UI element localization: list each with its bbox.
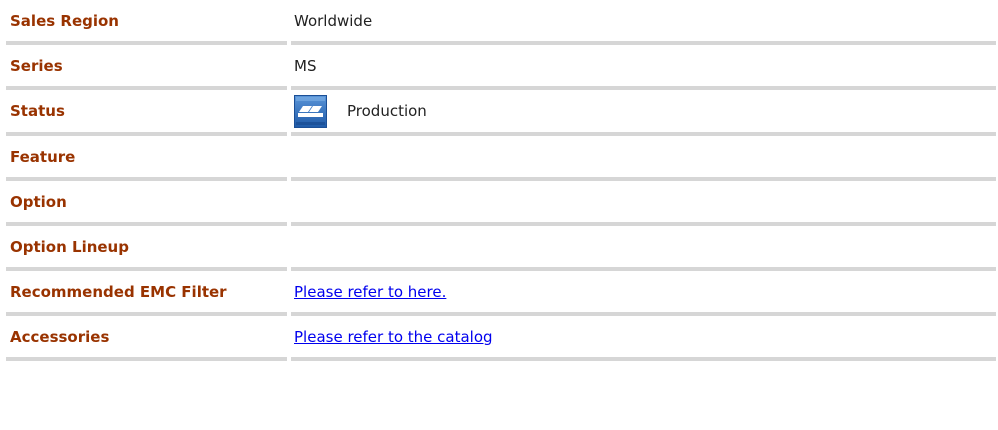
series-value: MS (291, 45, 996, 90)
sales-region-label: Sales Region (6, 0, 287, 45)
feature-value (291, 136, 996, 181)
status-label: Status (6, 90, 287, 136)
option-label: Option (6, 181, 287, 226)
row-sales-region: Sales Region Worldwide (0, 0, 998, 45)
option-lineup-label: Option Lineup (6, 226, 287, 271)
accessories-value: Please refer to the catalog (291, 316, 996, 361)
row-series: Series MS (0, 45, 998, 90)
recommended-emc-filter-label: Recommended EMC Filter (6, 271, 287, 316)
row-option-lineup: Option Lineup (0, 226, 998, 271)
catalog-link[interactable]: Please refer to the catalog (294, 328, 493, 346)
spec-table: Sales Region Worldwide Series MS Status (0, 0, 998, 361)
row-option: Option (0, 181, 998, 226)
feature-label: Feature (6, 136, 287, 181)
row-recommended-emc-filter: Recommended EMC Filter Please refer to h… (0, 271, 998, 316)
series-label: Series (6, 45, 287, 90)
sales-region-value: Worldwide (291, 0, 996, 45)
option-lineup-value (291, 226, 996, 271)
option-value (291, 181, 996, 226)
status-value-cell: Production (291, 90, 996, 136)
row-accessories: Accessories Please refer to the catalog (0, 316, 998, 361)
production-status-icon (294, 94, 327, 128)
row-feature: Feature (0, 136, 998, 181)
accessories-label: Accessories (6, 316, 287, 361)
row-status: Status Production (0, 90, 998, 136)
emc-filter-link[interactable]: Please refer to here. (294, 283, 446, 301)
recommended-emc-filter-value: Please refer to here. (291, 271, 996, 316)
status-value: Production (347, 102, 427, 120)
